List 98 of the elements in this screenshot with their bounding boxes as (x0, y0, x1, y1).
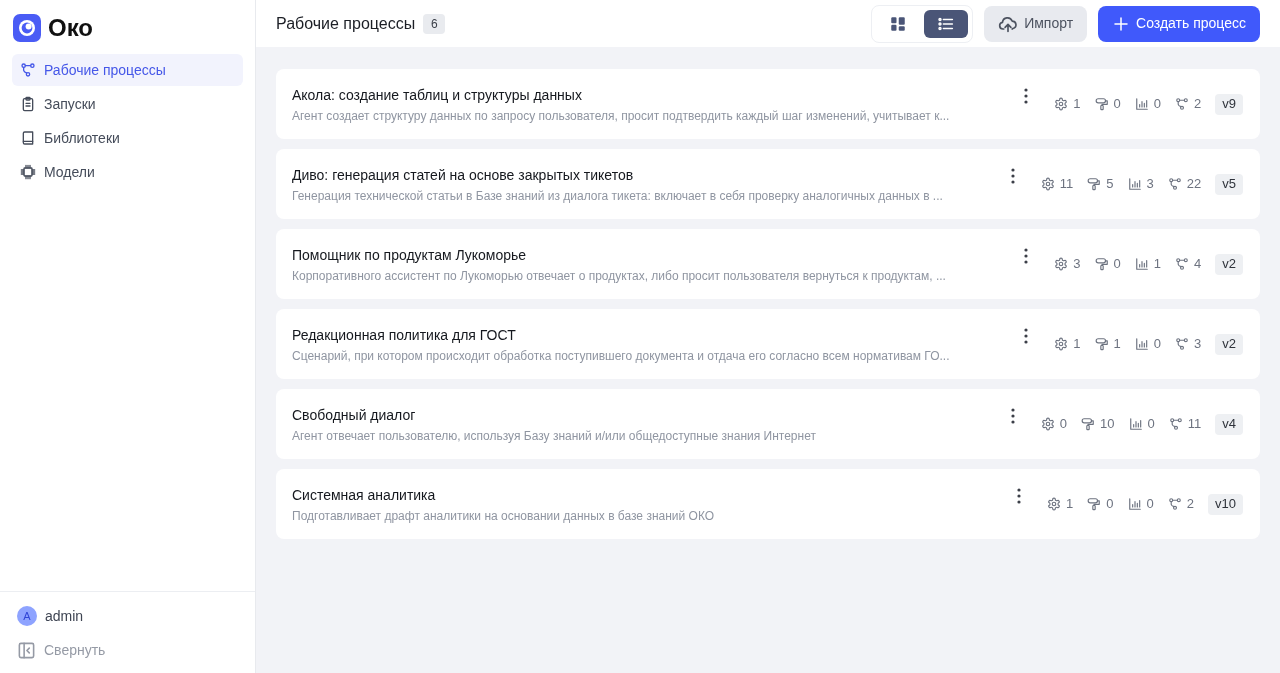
stat-value: 22 (1186, 176, 1202, 192)
bar-chart-icon (1127, 497, 1142, 511)
create-process-button[interactable]: Создать процесс (1098, 5, 1260, 42)
stat-value: 2 (1186, 496, 1195, 512)
process-card[interactable]: Помощник по продуктам Лукоморье Корпоративного ассистент по Лукоморью отвечает о продуктах, либо просит пользователя вернуться к продуктам, ... 3 0 1 4 v2 (276, 229, 1260, 299)
bar-chart-icon (1134, 337, 1149, 351)
vertical-dots-icon (1024, 328, 1029, 344)
stat-value: 1 (1066, 496, 1074, 512)
logo-icon (13, 13, 41, 42)
nav-item[interactable]: Рабочие процессы (12, 54, 243, 86)
process-description: Подготавливает драфт аналитики на основании данных в базе знаний ОКО (292, 507, 716, 524)
workflow-icon (1168, 417, 1183, 431)
collapse-sidebar-icon (17, 640, 36, 660)
paint-roller-icon (1094, 97, 1109, 111)
page-title: Рабочие процессы (276, 13, 416, 34)
user-name: admin (45, 606, 84, 626)
stat-value: 0 (1113, 256, 1121, 272)
import-button[interactable]: Импорт (984, 5, 1088, 42)
process-card[interactable]: Системная аналитика Подготавливает драфт аналитики на основании данных в базе знаний ОКО 1 0 0 2 v10 (276, 469, 1260, 539)
paint-roller-icon (1087, 177, 1102, 191)
workflow-icon (1175, 257, 1190, 271)
version-tag: v9 (1215, 93, 1243, 115)
version-tag: v4 (1215, 413, 1243, 435)
process-card[interactable]: Диво: генерация статей на основе закрытых тикетов Генерация технической статьи в Базе знаний из диалога тикета: включает в себя проверку аналогичных данных в ... 11 5 3 22 v5 (276, 149, 1260, 219)
bar-chart-icon (1134, 97, 1149, 111)
view-toggle-button[interactable] (924, 9, 969, 38)
process-card[interactable]: Акола: создание таблиц и структуры данных Агент создает структуру данных по запросу пользователя, просит подтвердить каждый шаг изменений, учитывает к... 1 0 0 2 v9 (276, 69, 1260, 139)
gear-icon (1040, 177, 1055, 191)
vertical-dots-icon (1024, 88, 1029, 104)
process-title: Диво: генерация статей на основе закрытых тикетов (292, 165, 635, 185)
process-title: Акола: создание таблиц и структуры данных (292, 85, 583, 105)
version-tag: v5 (1215, 173, 1243, 195)
app-name: Око (48, 13, 94, 42)
nav-item[interactable]: Модели (12, 156, 243, 188)
gear-icon (1047, 497, 1062, 511)
process-title: Редакционная политика для ГОСТ (292, 325, 517, 345)
vertical-dots-icon (1024, 248, 1029, 264)
paint-roller-icon (1081, 417, 1096, 431)
version-tag: v2 (1215, 333, 1243, 355)
stat-value: 5 (1106, 176, 1114, 192)
book-icon (20, 130, 36, 146)
stat-value: 4 (1194, 256, 1202, 272)
stat-value: 1 (1073, 96, 1081, 112)
stat-value: 11 (1187, 416, 1202, 432)
stat-value: 11 (1059, 176, 1074, 192)
version-tag: v2 (1215, 253, 1243, 275)
clipboard-icon (20, 96, 36, 112)
process-title: Системная аналитика (292, 485, 437, 505)
gear-icon (1054, 257, 1069, 271)
vertical-dots-icon (1010, 168, 1015, 184)
paint-roller-icon (1087, 497, 1102, 511)
bar-chart-icon (1128, 417, 1143, 431)
stat-value: 0 (1106, 496, 1114, 512)
grid-view-icon (889, 14, 908, 33)
stat-value: 1 (1113, 336, 1121, 352)
workflow-icon (1167, 177, 1182, 191)
user-avatar: A (17, 606, 37, 626)
stat-value: 1 (1153, 256, 1162, 272)
nav-item[interactable]: Запуски (12, 88, 243, 120)
process-description: Корпоративного ассистент по Лукоморью отвечает о продуктах, либо просит пользователя вернуться к продуктам, ... (292, 267, 947, 284)
nav-item[interactable]: Библиотеки (12, 122, 243, 154)
plus-icon (1112, 14, 1131, 33)
gear-icon (1054, 337, 1069, 351)
stat-value: 0 (1153, 336, 1162, 352)
vertical-dots-icon (1017, 488, 1022, 504)
workflow-icon (1175, 97, 1190, 111)
stat-value: 2 (1194, 96, 1202, 112)
process-description: Агент отвечает пользователю, используя Базу знаний и/или общедоступные знания Интернет (292, 427, 817, 444)
stat-value: 0 (1146, 496, 1154, 512)
paint-roller-icon (1094, 257, 1109, 271)
workflow-icon (1167, 497, 1182, 511)
workflow-icon (20, 62, 36, 78)
process-description: Генерация технической статьи в Базе знаний из диалога тикета: включает в себя проверку аналогичных данных в ... (292, 187, 944, 204)
stat-value: 3 (1194, 336, 1202, 352)
bar-chart-icon (1134, 257, 1149, 271)
stat-value: 1 (1073, 336, 1081, 352)
stat-value: 0 (1147, 416, 1155, 432)
process-card[interactable]: Свободный диалог Агент отвечает пользователю, используя Базу знаний и/или общедоступные знания Интернет 0 10 0 11 v4 (276, 389, 1260, 459)
process-description: Сценарий, при котором происходит обработка поступившего документа и отдача его согласно всем нормативам ГО... (292, 347, 951, 364)
stat-value: 0 (1113, 96, 1121, 112)
process-card[interactable]: Редакционная политика для ГОСТ Сценарий, при котором происходит обработка поступившего документа и отдача его согласно всем нормативам ГО... 1 1 0 3 v2 (276, 309, 1260, 379)
version-tag: v10 (1208, 493, 1243, 515)
count-badge: 6 (423, 13, 446, 34)
process-title: Свободный диалог (292, 405, 417, 425)
stat-value: 0 (1153, 96, 1162, 112)
gear-icon (1040, 417, 1055, 431)
stat-value: 3 (1073, 256, 1081, 272)
stat-value: 10 (1100, 416, 1115, 432)
process-description: Агент создает структуру данных по запросу пользователя, просит подтвердить каждый шаг изменений, учитывает к... (292, 107, 951, 124)
chip-icon (20, 164, 36, 180)
paint-roller-icon (1094, 337, 1109, 351)
gear-icon (1054, 97, 1069, 111)
vertical-dots-icon (1010, 408, 1015, 424)
process-title: Помощник по продуктам Лукоморье (292, 245, 528, 265)
stat-value: 3 (1146, 176, 1154, 192)
workflow-icon (1175, 337, 1190, 351)
bar-chart-icon (1127, 177, 1142, 191)
stat-value: 0 (1059, 416, 1068, 432)
